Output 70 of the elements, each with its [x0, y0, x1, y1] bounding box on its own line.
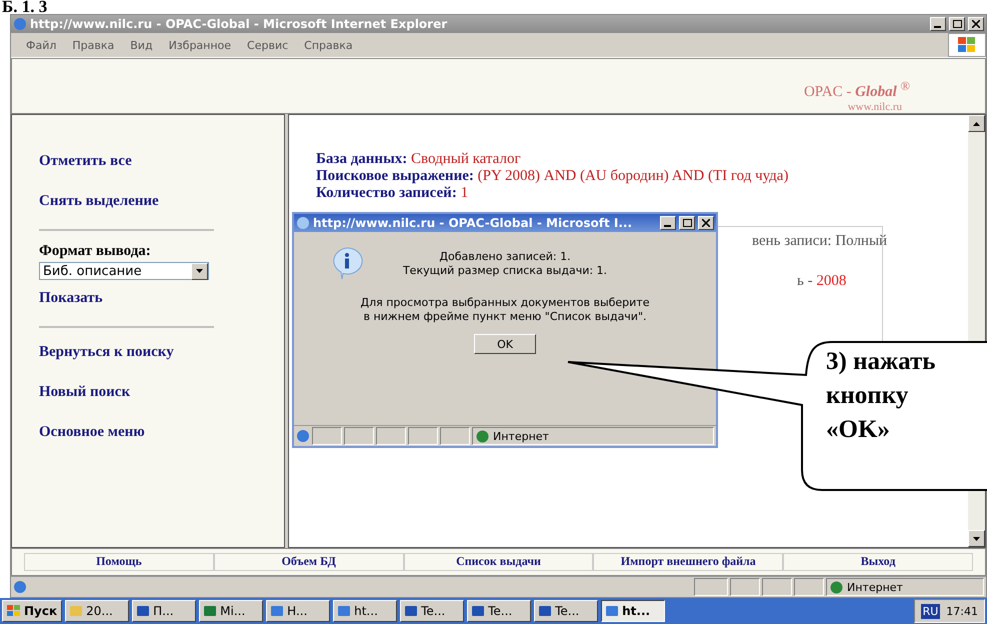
brand-logo: OPAC - Global $^{®}$ [804, 78, 910, 101]
sidebar-link[interactable]: Отметить все [39, 153, 284, 170]
taskbar-button[interactable]: П... [132, 600, 196, 622]
zone-text: Интернет [493, 430, 549, 442]
menu-item[interactable]: Сервис [240, 38, 296, 52]
sidebar-link[interactable]: Основное меню [39, 424, 284, 441]
menu-item[interactable]: Правка [65, 38, 122, 52]
language-indicator[interactable]: RU [920, 604, 940, 618]
nav-link[interactable]: Импорт внешнего файла [593, 553, 784, 571]
nav-link[interactable]: Выход [783, 553, 973, 571]
flag-icon [7, 605, 21, 617]
site-address: www.nilc.ru [848, 101, 902, 113]
status-pane [440, 427, 470, 445]
flag-icon [958, 37, 976, 53]
taskbar-button[interactable]: ht... [601, 600, 666, 622]
scroll-down-button[interactable] [968, 530, 985, 547]
maximize-icon [952, 20, 962, 28]
taskbar-button[interactable]: Te... [400, 600, 464, 622]
taskbar-button[interactable]: 20... [65, 600, 130, 622]
up-arrow-icon [973, 122, 980, 126]
maximize-icon [682, 219, 692, 227]
start-button[interactable]: Пуск [2, 600, 62, 622]
taskbar-button[interactable]: H... [266, 600, 330, 622]
menu-item[interactable]: Вид [123, 38, 160, 52]
menu-item[interactable]: Файл [19, 38, 64, 52]
dropdown-arrow-icon [973, 536, 980, 540]
close-icon [702, 219, 710, 227]
dropdown-arrow-icon [196, 269, 203, 273]
result-field: Поисковое выражение: (PY 2008) AND (AU бородин) AND (TI год чуда) [316, 168, 968, 185]
menu-item[interactable]: Справка [297, 38, 360, 52]
dialog-note: Для просмотра выбранных документов выберите в нижнем фрейме пункт меню "Список выдачи". [360, 296, 650, 324]
result-field: Количество записей: 1 [316, 185, 968, 202]
page-label: Б. 1. 3 [1, 0, 48, 14]
taskbar-button[interactable]: Mi... [199, 600, 264, 622]
callout-text: 3) нажать кнопку «OK» [826, 347, 936, 445]
nav-link[interactable]: Список выдачи [404, 553, 594, 571]
close-button[interactable] [968, 17, 984, 31]
zone-text: Интернет [847, 580, 903, 594]
record-year: ь - 2008 [797, 273, 846, 290]
dialog-message: Добавлено записей: 1. Текущий размер списка выдачи: 1. [402, 250, 608, 278]
status-pane [408, 427, 438, 445]
menu-item[interactable]: Избранное [162, 38, 238, 52]
nav-link[interactable]: Помощь [24, 553, 214, 571]
minimize-button[interactable] [930, 17, 946, 31]
record-level: вень записи: Полный [752, 233, 888, 250]
minimize-button[interactable] [660, 216, 676, 230]
window-title: http://www.nilc.ru - OPAC-Global - Microsoft Internet Explorer [30, 17, 448, 31]
taskbar-button[interactable]: Te... [534, 600, 598, 622]
status-pane [344, 427, 374, 445]
format-select[interactable]: Биб. описание [39, 262, 209, 280]
sidebar-link[interactable]: Показать [39, 290, 284, 307]
taskbar-button[interactable]: ht... [333, 600, 398, 622]
close-icon [972, 20, 980, 28]
sidebar-link[interactable]: Новый поиск [39, 384, 284, 401]
clock: 17:41 [946, 604, 978, 618]
sidebar-link[interactable]: Вернуться к поиску [39, 344, 284, 361]
sidebar-link[interactable]: Снять выделение [39, 193, 284, 210]
result-field: База данных: Сводный каталог [316, 151, 968, 168]
scroll-up-button[interactable] [968, 115, 985, 132]
status-pane [312, 427, 342, 445]
taskbar-button[interactable]: Te... [467, 600, 532, 622]
maximize-button[interactable] [679, 216, 695, 230]
dropdown-button[interactable] [191, 262, 208, 280]
close-button[interactable] [698, 216, 714, 230]
maximize-button[interactable] [949, 17, 965, 31]
dialog-title: http://www.nilc.ru - OPAC-Global - Microsoft I... [313, 216, 634, 230]
nav-link[interactable]: Объем БД [214, 553, 404, 571]
status-pane [376, 427, 406, 445]
ok-button[interactable]: OK [474, 334, 536, 354]
format-label: Формат вывода: [39, 243, 152, 260]
